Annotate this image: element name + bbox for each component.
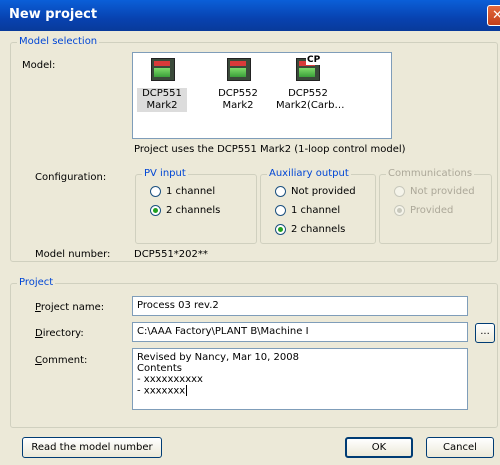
cp-badge-icon: CP (306, 55, 322, 65)
aux-1-channel-label[interactable]: 1 channel (291, 205, 340, 217)
model-name: DCP552 Mark2(Carb… (276, 88, 345, 111)
model-selection-legend: Model selection (17, 36, 100, 48)
project-name-input[interactable]: Process 03 rev.2 (132, 296, 468, 316)
comment-label: Comment: (35, 355, 88, 366)
comm-provided-label: Provided (410, 205, 454, 216)
dcp551-device-icon (151, 58, 175, 81)
directory-input[interactable]: C:\AAA Factory\PLANT B\Machine I (132, 322, 468, 342)
aux-2-channels-radio[interactable] (275, 224, 286, 235)
pv-1-channel-radio[interactable] (150, 186, 161, 197)
configuration-label: Configuration: (35, 172, 107, 183)
cancel-button[interactable]: Cancel (426, 437, 494, 458)
directory-label: Directory: (35, 328, 84, 339)
aux-1-channel-radio[interactable] (275, 205, 286, 216)
pv-2-channels-label[interactable]: 2 channels (166, 205, 220, 217)
project-name-label: Project name: (35, 302, 105, 313)
text-cursor (186, 385, 188, 396)
read-model-number-button[interactable]: Read the model number (22, 437, 162, 458)
browse-button[interactable]: ... (475, 323, 495, 343)
aux-not-provided-radio[interactable] (275, 186, 286, 197)
project-legend: Project (17, 277, 56, 289)
new-project-dialog: New project ✕ Model selection Model: DCP… (0, 0, 500, 465)
communications-legend: Communications (386, 168, 475, 180)
auxiliary-output-legend: Auxiliary output (267, 168, 351, 180)
pv-input-legend: PV input (142, 168, 188, 180)
model-number-value: DCP551*202** (134, 249, 208, 260)
model-name: DCP552 Mark2 (218, 88, 258, 111)
model-name: DCP551 Mark2 (137, 88, 187, 112)
model-label: Model: (22, 60, 56, 71)
window-title: New project (9, 7, 98, 22)
model-number-label: Model number: (35, 249, 111, 260)
pv-2-channels-radio[interactable] (150, 205, 161, 216)
model-list[interactable]: DCP551 Mark2 DCP552 Mark2 CP DCP552 Mark… (132, 52, 392, 139)
comment-textarea[interactable]: Revised by Nancy, Mar 10, 2008 Contents … (132, 348, 468, 410)
dcp552-device-icon (227, 58, 251, 81)
aux-2-channels-label[interactable]: 2 channels (291, 224, 345, 236)
comm-not-provided-radio (394, 186, 405, 197)
close-button[interactable]: ✕ (487, 5, 500, 26)
comm-not-provided-label: Not provided (410, 186, 475, 197)
ok-button[interactable]: OK (345, 437, 413, 458)
pv-1-channel-label[interactable]: 1 channel (166, 186, 215, 198)
model-description: Project uses the DCP551 Mark2 (1-loop co… (134, 144, 406, 155)
title-bar[interactable]: New project ✕ (0, 0, 500, 31)
comm-provided-radio (394, 205, 405, 216)
aux-not-provided-label[interactable]: Not provided (291, 186, 356, 198)
